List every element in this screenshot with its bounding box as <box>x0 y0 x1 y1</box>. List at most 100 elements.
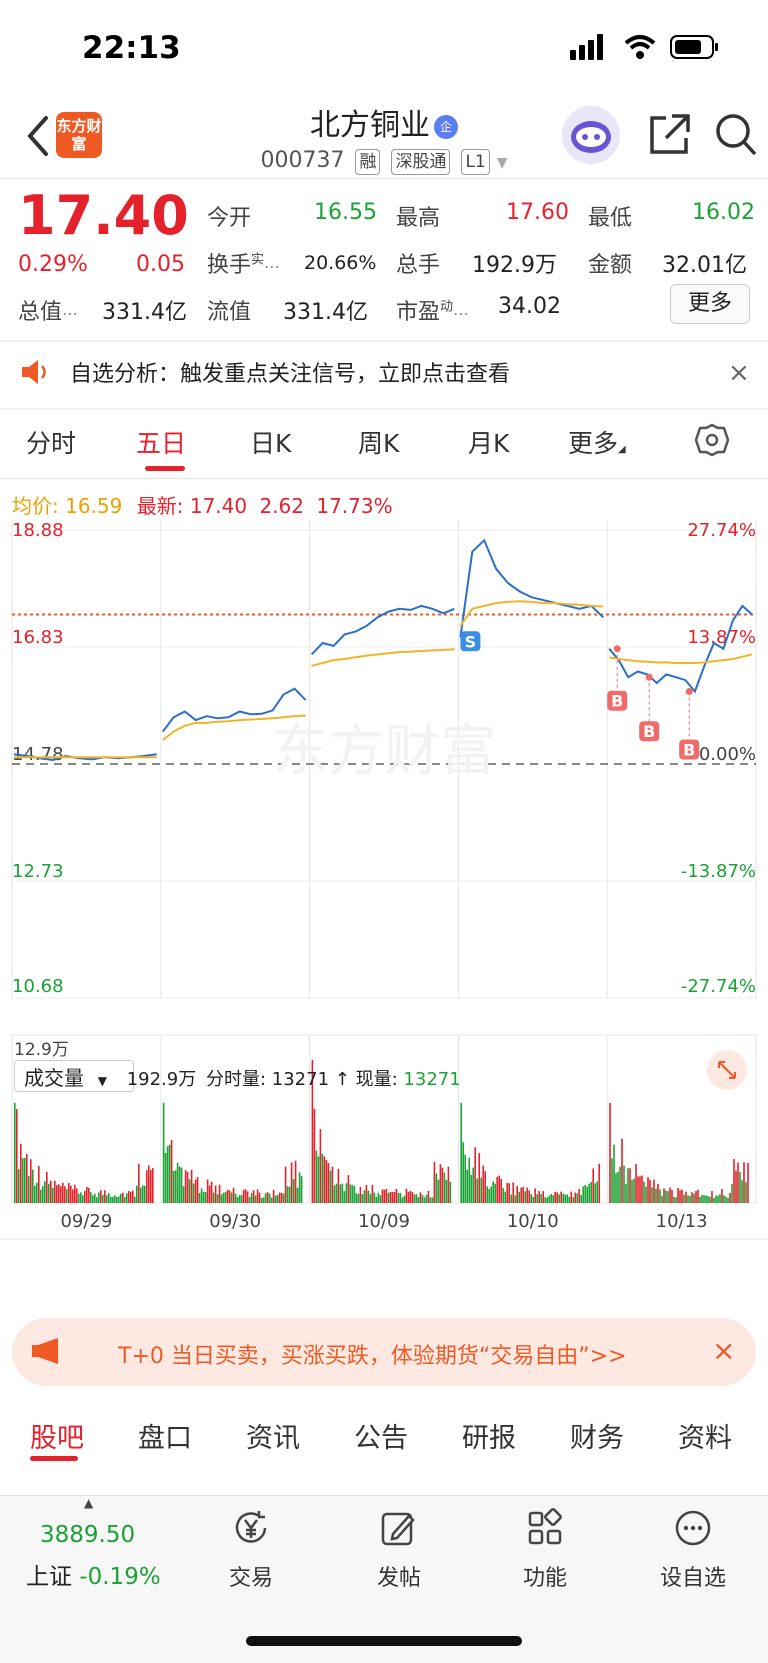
gear-icon[interactable] <box>694 422 730 458</box>
certified-badge-icon: 企 <box>434 114 458 139</box>
volume-bar <box>375 1196 378 1203</box>
turnover-value: 20.66% <box>304 252 377 274</box>
volume-bar <box>337 1168 340 1203</box>
volume-bar <box>470 1174 472 1203</box>
post-button[interactable]: 发帖 <box>344 1508 454 1592</box>
tab-weekly[interactable]: 周K <box>358 424 399 460</box>
volume-bar <box>200 1188 203 1203</box>
volume-bar <box>40 1189 42 1203</box>
volume-bar <box>611 1158 613 1203</box>
more-quote-button[interactable]: 更多 <box>670 284 750 324</box>
volume-bar <box>639 1176 641 1203</box>
volume-bar <box>198 1192 201 1203</box>
tab-daily[interactable]: 日K <box>250 424 291 460</box>
avg-value: 16.59 <box>65 494 123 518</box>
volume-bar <box>329 1170 332 1203</box>
volume-bar <box>737 1162 739 1203</box>
tick-value: 13271 <box>271 1069 330 1090</box>
tab-monthly[interactable]: 月K <box>468 424 509 460</box>
tab-profile[interactable]: 资料 <box>678 1416 732 1455</box>
volume-bar <box>204 1192 207 1203</box>
tab-more[interactable]: 更多◢ <box>568 424 626 460</box>
volume-bar <box>411 1192 414 1203</box>
volume-bar <box>363 1190 366 1203</box>
index-value[interactable]: 3889.50 <box>40 1522 135 1548</box>
volume-bar <box>138 1163 140 1203</box>
volume-bar <box>502 1188 504 1203</box>
volume-bar <box>355 1193 358 1203</box>
volume-bar <box>365 1184 368 1203</box>
volume-bar <box>148 1165 150 1203</box>
volume-bar <box>423 1197 426 1203</box>
tab-forum[interactable]: 股吧 <box>30 1416 84 1455</box>
volume-bar <box>361 1194 364 1203</box>
status-time: 22:13 <box>82 30 181 66</box>
volume-bar <box>122 1192 124 1203</box>
volume-bar <box>524 1191 526 1203</box>
volume-bar <box>665 1190 667 1203</box>
volume-bar <box>609 1102 611 1203</box>
volume-bar <box>369 1193 372 1203</box>
volume-bar <box>393 1191 396 1203</box>
tab-research[interactable]: 研报 <box>462 1416 516 1455</box>
volume-bar <box>733 1159 735 1203</box>
volume-bar <box>108 1193 110 1203</box>
volume-bar <box>731 1184 733 1203</box>
price-chart[interactable]: 东方财富18.88 27.74%16.83 13.87%14.78 0.00%12.7… <box>0 520 768 1290</box>
volume-bar <box>713 1197 715 1203</box>
volume-bar <box>224 1191 227 1203</box>
megaphone-icon <box>32 1338 58 1364</box>
volume-bar <box>142 1185 144 1203</box>
volume-bar <box>540 1194 542 1203</box>
volume-bar <box>315 1150 318 1203</box>
volume-bar <box>20 1143 22 1203</box>
volume-bar <box>486 1186 488 1203</box>
volume-bar <box>206 1179 209 1203</box>
volume-bar <box>176 1162 179 1203</box>
volume-bar <box>516 1186 518 1203</box>
volume-bar <box>26 1153 28 1203</box>
volume-bar <box>258 1192 261 1203</box>
tab-five-day[interactable]: 五日 <box>136 424 186 460</box>
trade-button[interactable]: 交易 <box>196 1508 306 1592</box>
watermark: 东方财富 <box>272 719 496 784</box>
y-tick-right: -13.87% <box>681 861 756 882</box>
volume-bar <box>104 1190 106 1203</box>
add-watchlist-button[interactable]: 设自选 <box>638 1508 748 1592</box>
info-icon: ⋯ <box>264 257 281 276</box>
float-label: 流值 <box>207 300 252 325</box>
share-icon[interactable] <box>646 112 692 158</box>
volume-bar <box>699 1196 701 1203</box>
up-arrow-icon: ↑ <box>334 1069 350 1090</box>
tab-finance[interactable]: 财务 <box>570 1416 624 1455</box>
volume-bar <box>256 1189 259 1203</box>
volume-bar <box>447 1166 450 1203</box>
volume-bar <box>480 1177 482 1203</box>
functions-button[interactable]: 功能 <box>490 1508 600 1592</box>
volume-bar <box>383 1189 386 1203</box>
volume-bar <box>703 1195 705 1203</box>
volume-bar <box>663 1188 665 1203</box>
volume-bar <box>739 1172 741 1203</box>
volume-bar <box>331 1166 334 1203</box>
volume-bar <box>278 1192 281 1203</box>
pe-value: 34.02 <box>498 294 561 319</box>
volume-bar <box>327 1162 330 1203</box>
volume-bar <box>214 1185 217 1203</box>
volume-bar <box>292 1179 295 1203</box>
close-icon[interactable]: × <box>712 1334 735 1367</box>
volume-bar <box>478 1152 480 1203</box>
tab-intraday[interactable]: 分时 <box>26 424 76 460</box>
search-icon[interactable] <box>714 112 758 158</box>
tab-news[interactable]: 资讯 <box>246 1416 300 1455</box>
volume-bar <box>134 1196 136 1203</box>
tab-announcements[interactable]: 公告 <box>354 1416 408 1455</box>
tab-orderbook[interactable]: 盘口 <box>138 1416 192 1455</box>
wifi-icon <box>624 35 656 59</box>
index-row[interactable]: 上证 -0.19% <box>26 1557 161 1591</box>
assistant-avatar-icon[interactable] <box>562 106 620 164</box>
volume-bar <box>629 1168 631 1203</box>
volume-bar <box>433 1161 436 1203</box>
volume-bar <box>697 1189 699 1203</box>
close-icon[interactable]: × <box>728 358 750 388</box>
